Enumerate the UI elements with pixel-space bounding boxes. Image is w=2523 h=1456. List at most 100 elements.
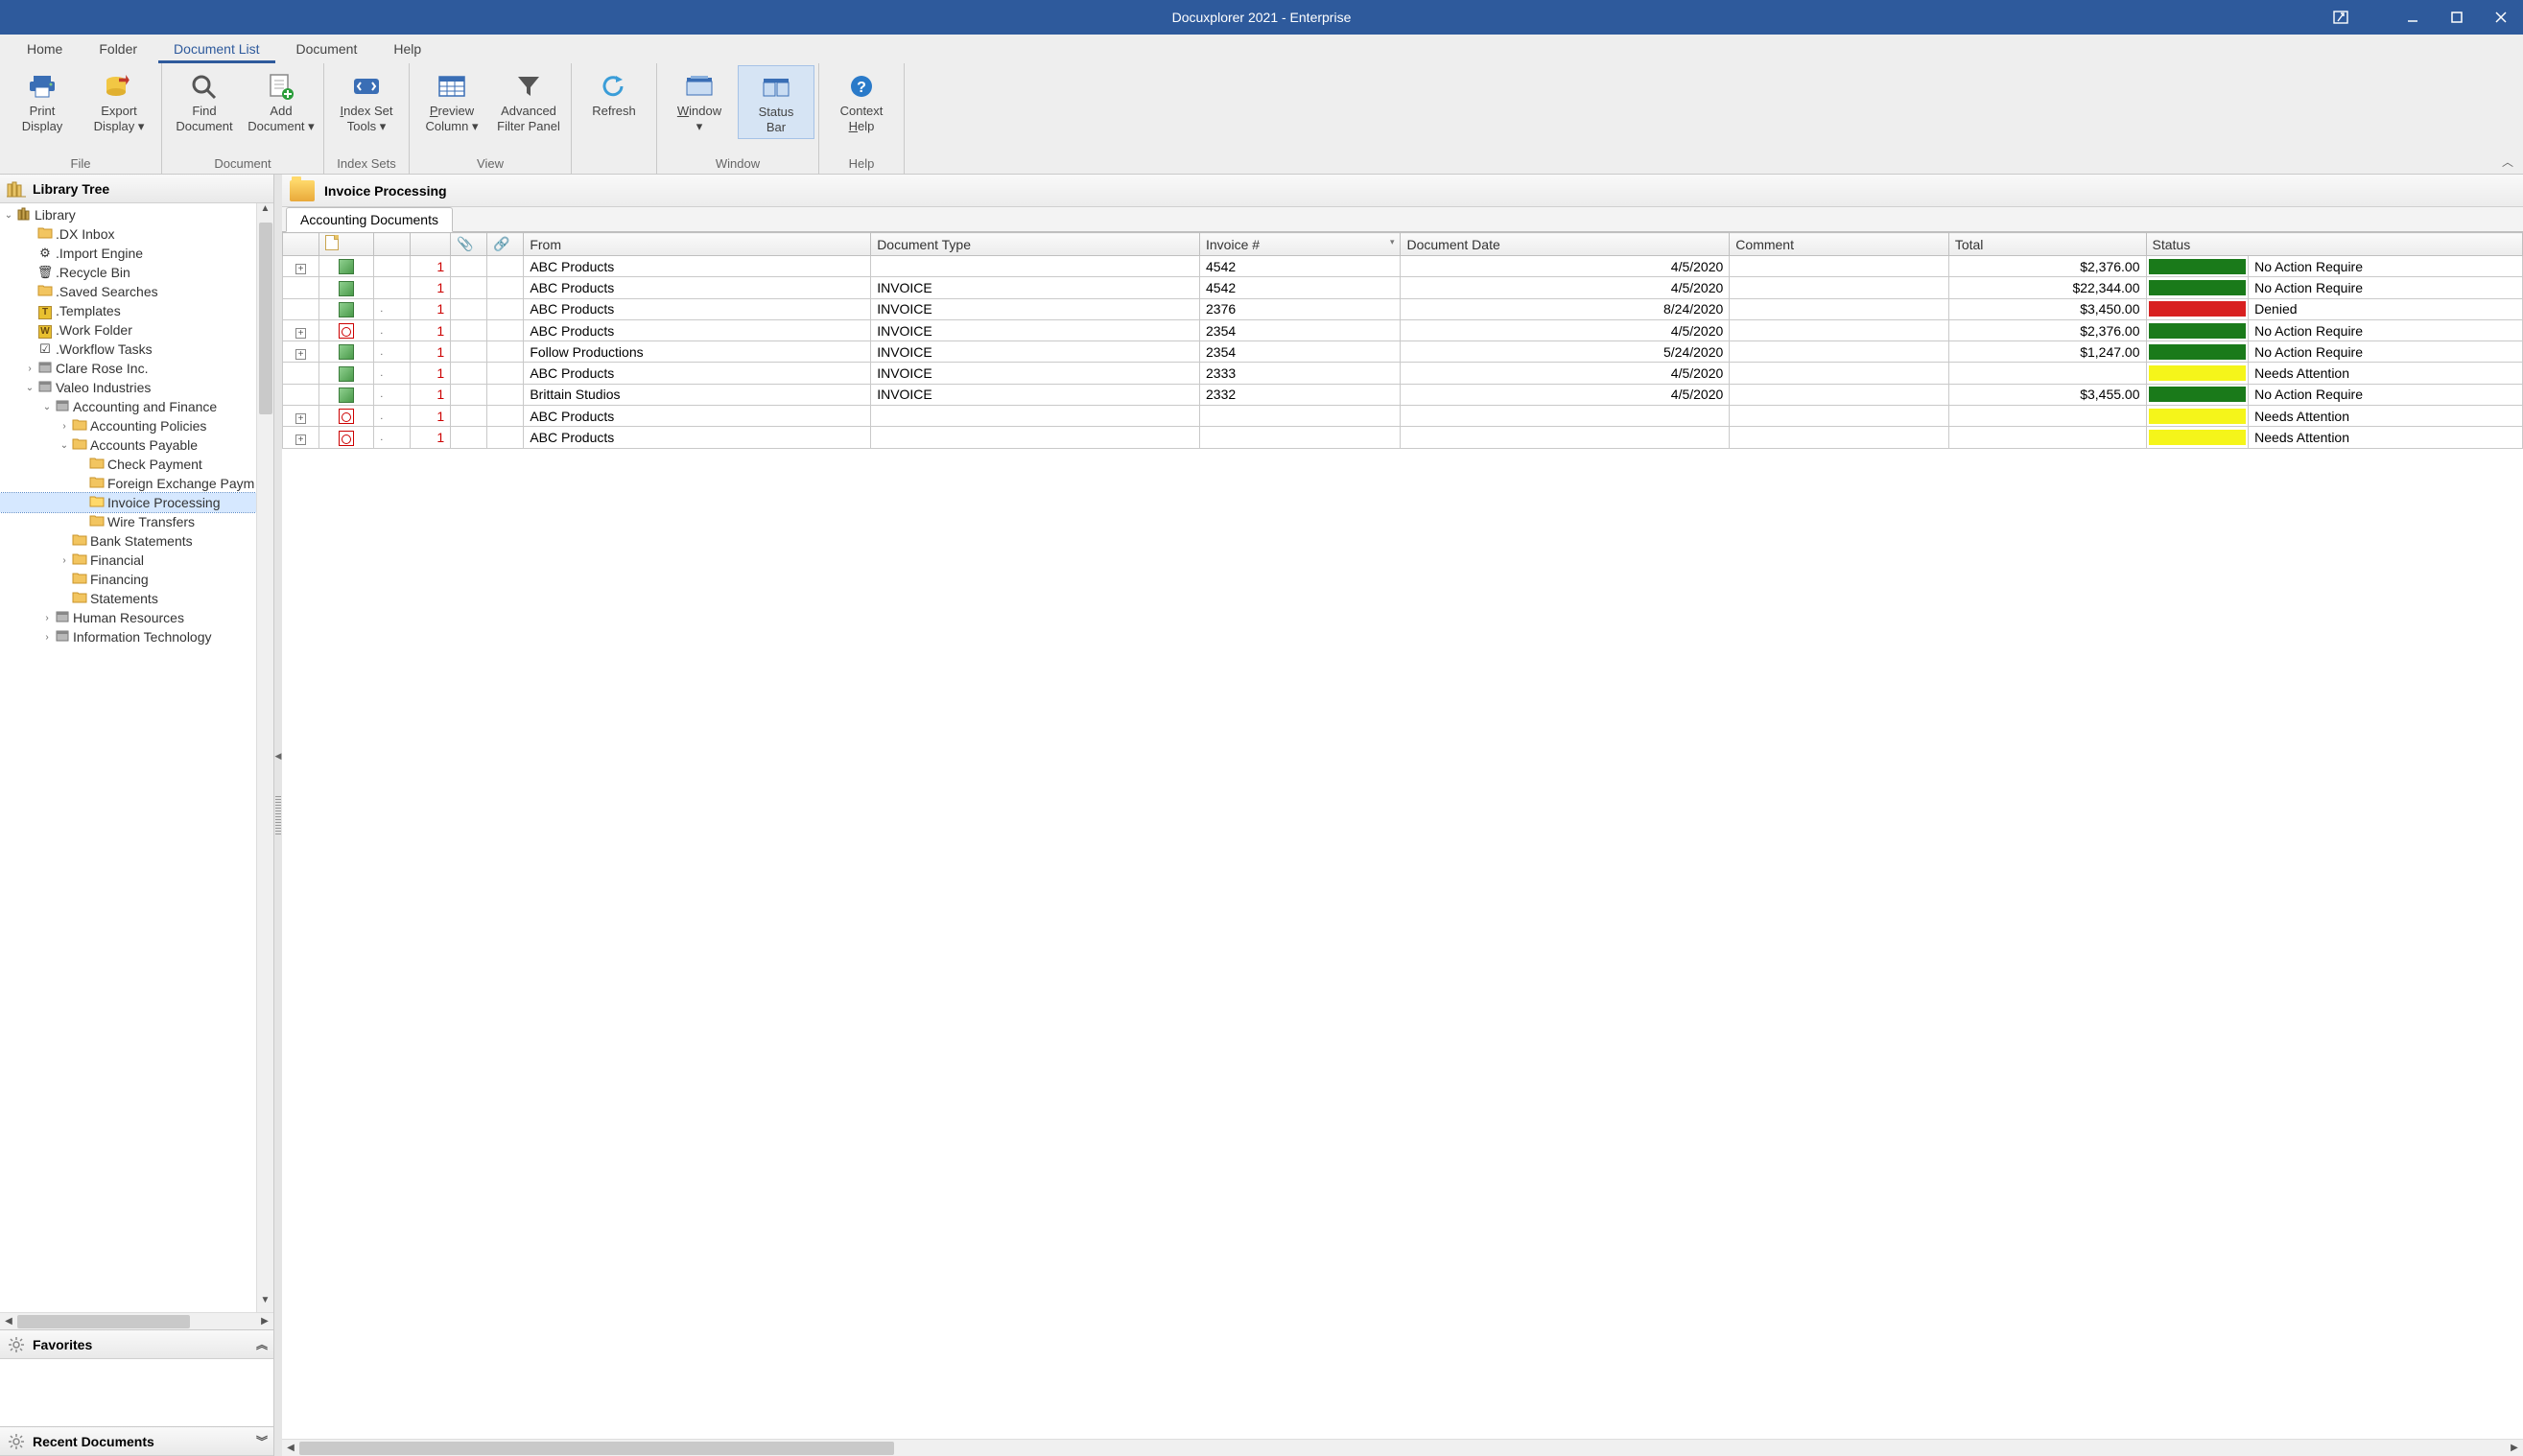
tree-item[interactable]: T.Templates <box>0 301 273 320</box>
table-row[interactable]: +.1ABC ProductsNeeds Attention <box>283 427 2523 448</box>
tree-item[interactable]: ›Human Resources <box>0 608 273 627</box>
col-comment[interactable]: Comment <box>1730 233 1949 256</box>
tree-item[interactable]: ⚙.Import Engine <box>0 244 273 263</box>
tree-item[interactable]: W.Work Folder <box>0 320 273 340</box>
refresh[interactable]: Refresh <box>576 65 652 123</box>
tree-item[interactable]: Check Payment <box>0 455 273 474</box>
vertical-splitter[interactable]: ◀ <box>274 175 282 1456</box>
col-doctype[interactable]: Document Type <box>871 233 1200 256</box>
tree-item[interactable]: ⌄Valeo Industries <box>0 378 273 397</box>
status-bar[interactable]: StatusBar <box>738 65 814 139</box>
grid-hscrollbar[interactable]: ◀▶ <box>282 1439 2523 1456</box>
tree-item[interactable]: Bank Statements <box>0 531 273 551</box>
chevron-down-icon[interactable]: ︾ <box>256 1433 268 1449</box>
col-from[interactable]: From <box>524 233 871 256</box>
menu-tab-document-list[interactable]: Document List <box>158 35 274 63</box>
recent-docs-header[interactable]: Recent Documents ︾ <box>0 1427 273 1456</box>
table-row[interactable]: +.1ABC ProductsINVOICE23544/5/2020$2,376… <box>283 319 2523 341</box>
row-expand-icon[interactable]: + <box>295 328 306 339</box>
expand-icon[interactable]: › <box>23 364 36 374</box>
tree-item[interactable]: Statements <box>0 589 273 608</box>
context-help[interactable]: ?ContextHelp <box>823 65 900 137</box>
tree-item[interactable]: .Saved Searches <box>0 282 273 301</box>
menu-tab-document[interactable]: Document <box>281 35 373 63</box>
tree-item[interactable]: ›Information Technology <box>0 627 273 646</box>
tree-item[interactable]: ☑.Workflow Tasks <box>0 340 273 359</box>
tree-item[interactable]: 🗑.Recycle Bin <box>0 263 273 282</box>
close-button[interactable] <box>2479 0 2523 35</box>
tree-item[interactable]: .DX Inbox <box>0 224 273 244</box>
expand-icon[interactable]: ⌄ <box>58 440 71 451</box>
minimize-button[interactable] <box>2391 0 2435 35</box>
find-document[interactable]: FindDocument <box>166 65 243 137</box>
cell-total <box>1948 406 2146 427</box>
expand-icon[interactable]: ⌄ <box>40 402 54 412</box>
ribbon-collapse-icon[interactable]: ︿ <box>2502 153 2513 170</box>
row-expand-icon[interactable]: + <box>295 434 306 445</box>
col-total[interactable]: Total <box>1948 233 2146 256</box>
col-expand[interactable] <box>283 233 319 256</box>
library-tree[interactable]: ⌄ Library .DX Inbox⚙.Import Engine🗑.Recy… <box>0 203 273 1312</box>
ribbon-options-icon[interactable] <box>2322 0 2360 35</box>
menu-tab-home[interactable]: Home <box>12 35 78 63</box>
tree-item[interactable]: Financing <box>0 570 273 589</box>
col-docdate[interactable]: Document Date <box>1401 233 1730 256</box>
tab-accounting-documents[interactable]: Accounting Documents <box>286 207 453 232</box>
tree-root[interactable]: ⌄ Library <box>0 205 273 224</box>
col-flag[interactable] <box>374 233 411 256</box>
tree-vscrollbar[interactable]: ▲▼ <box>256 203 273 1312</box>
col-invoice[interactable]: Invoice #▾ <box>1200 233 1401 256</box>
cell-total: $22,344.00 <box>1948 277 2146 298</box>
col-link-icon[interactable]: 🔗 <box>487 233 524 256</box>
tree-item[interactable]: Foreign Exchange Paym <box>0 474 273 493</box>
maximize-button[interactable] <box>2435 0 2479 35</box>
table-row[interactable]: +.1ABC ProductsNeeds Attention <box>283 406 2523 427</box>
expand-icon[interactable]: › <box>58 555 71 566</box>
pdf-icon <box>339 409 354 424</box>
col-doc-icon[interactable] <box>319 233 374 256</box>
table-row[interactable]: +.1Follow ProductionsINVOICE23545/24/202… <box>283 341 2523 363</box>
tree-item[interactable]: Wire Transfers <box>0 512 273 531</box>
row-expand-icon[interactable]: + <box>295 349 306 360</box>
tree-item[interactable]: ›Financial <box>0 551 273 570</box>
preview-column[interactable]: PreviewColumn ▾ <box>413 65 490 137</box>
tree-item[interactable]: Invoice Processing <box>0 493 273 512</box>
row-expand-icon[interactable]: + <box>295 413 306 424</box>
table-row[interactable]: .1Brittain StudiosINVOICE23324/5/2020$3,… <box>283 384 2523 405</box>
document-grid[interactable]: 📎 🔗 From Document Type Invoice #▾ Docume… <box>282 232 2523 449</box>
table-row[interactable]: .1ABC ProductsINVOICE23334/5/2020Needs A… <box>283 363 2523 384</box>
row-expand-icon[interactable]: + <box>295 264 306 274</box>
chevron-up-icon[interactable]: ︽ <box>256 1336 268 1352</box>
col-status[interactable]: Status <box>2146 233 2522 256</box>
window[interactable]: Window▾ <box>661 65 738 137</box>
library-tree-header[interactable]: Library Tree <box>0 175 273 203</box>
add-document[interactable]: AddDocument ▾ <box>243 65 319 137</box>
export-display[interactable]: ExportDisplay ▾ <box>81 65 157 137</box>
col-index[interactable] <box>411 233 451 256</box>
tree-hscrollbar[interactable]: ◀▶ <box>0 1312 273 1329</box>
print-display[interactable]: PrintDisplay <box>4 65 81 137</box>
tree-item-label: Invoice Processing <box>106 495 221 510</box>
tree-item[interactable]: ⌄Accounting and Finance <box>0 397 273 416</box>
expand-icon[interactable]: › <box>40 632 54 643</box>
expand-icon[interactable]: › <box>40 613 54 623</box>
index-set-tools[interactable]: Index SetTools ▾ <box>328 65 405 137</box>
expand-icon[interactable]: ⌄ <box>23 383 36 393</box>
table-row[interactable]: 1ABC ProductsINVOICE45424/5/2020$22,344.… <box>283 277 2523 298</box>
grid-header-row[interactable]: 📎 🔗 From Document Type Invoice #▾ Docume… <box>283 233 2523 256</box>
tree-item-icon <box>88 514 106 529</box>
cell-invoice <box>1200 427 1401 448</box>
favorites-header[interactable]: Favorites ︽ <box>0 1330 273 1359</box>
menu-tab-folder[interactable]: Folder <box>83 35 153 63</box>
menu-tab-help[interactable]: Help <box>378 35 436 63</box>
adv-filter[interactable]: AdvancedFilter Panel <box>490 65 567 137</box>
col-attach-icon[interactable]: 📎 <box>451 233 487 256</box>
tree-item[interactable]: ⌄Accounts Payable <box>0 435 273 455</box>
expand-icon[interactable]: › <box>58 421 71 432</box>
tree-item[interactable]: ›Clare Rose Inc. <box>0 359 273 378</box>
tree-item-icon <box>88 476 106 491</box>
table-row[interactable]: +1ABC Products45424/5/2020$2,376.00No Ac… <box>283 256 2523 277</box>
tree-item[interactable]: ›Accounting Policies <box>0 416 273 435</box>
tree-item-label: Foreign Exchange Paym <box>106 476 254 491</box>
table-row[interactable]: .1ABC ProductsINVOICE23768/24/2020$3,450… <box>283 298 2523 319</box>
